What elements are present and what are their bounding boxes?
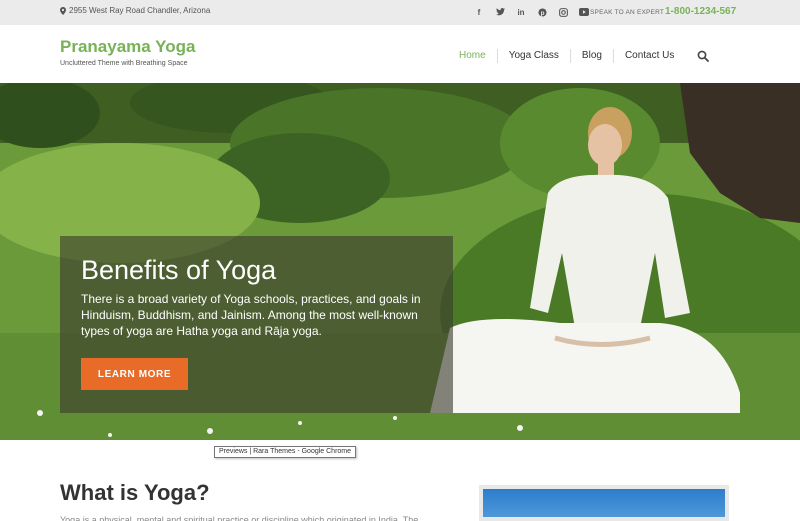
main-nav: Home Yoga Class Blog Contact Us <box>445 49 710 63</box>
hero-title: Benefits of Yoga <box>81 255 277 285</box>
section-image <box>479 485 729 521</box>
map-pin-icon <box>60 6 66 15</box>
nav-contact-us[interactable]: Contact Us <box>612 49 685 63</box>
hero-text: There is a broad variety of Yoga schools… <box>81 292 421 338</box>
hero-banner: Benefits of Yoga There is a broad variet… <box>0 83 800 440</box>
linkedin-icon[interactable]: in <box>516 7 526 17</box>
instagram-icon[interactable] <box>558 7 568 17</box>
address: 2955 West Ray Road Chandler, Arizona <box>60 6 210 15</box>
pinterest-icon[interactable]: p <box>537 7 547 17</box>
svg-text:p: p <box>540 9 544 16</box>
twitter-icon[interactable] <box>495 7 505 17</box>
site-title[interactable]: Pranayama Yoga <box>60 37 195 57</box>
speak-label: SPEAK TO AN EXPERT <box>590 9 665 16</box>
youtube-icon[interactable] <box>579 7 589 17</box>
social-links: f in p <box>474 7 589 17</box>
top-bar: 2955 West Ray Road Chandler, Arizona f i… <box>0 0 800 25</box>
learn-more-button[interactable]: LEARN MORE <box>81 358 188 390</box>
site-header: Pranayama Yoga Uncluttered Theme with Br… <box>0 25 800 83</box>
window-tooltip: Previews | Rara Themes - Google Chrome <box>214 446 357 458</box>
sky-image <box>483 489 725 517</box>
address-text: 2955 West Ray Road Chandler, Arizona <box>69 6 211 15</box>
nav-yoga-class[interactable]: Yoga Class <box>496 49 570 63</box>
facebook-icon[interactable]: f <box>474 7 484 17</box>
section-heading: What is Yoga? <box>60 480 210 505</box>
phone-link[interactable]: 1-800-1234-567 <box>665 6 736 17</box>
nav-home[interactable]: Home <box>445 49 497 63</box>
nav-blog[interactable]: Blog <box>569 49 613 63</box>
hero-caption: Benefits of Yoga There is a broad variet… <box>60 236 453 413</box>
search-icon[interactable] <box>697 50 710 62</box>
section-paragraph: Yoga is a physical, mental and spiritual… <box>60 515 419 521</box>
site-tagline: Uncluttered Theme with Breathing Space <box>60 60 188 67</box>
